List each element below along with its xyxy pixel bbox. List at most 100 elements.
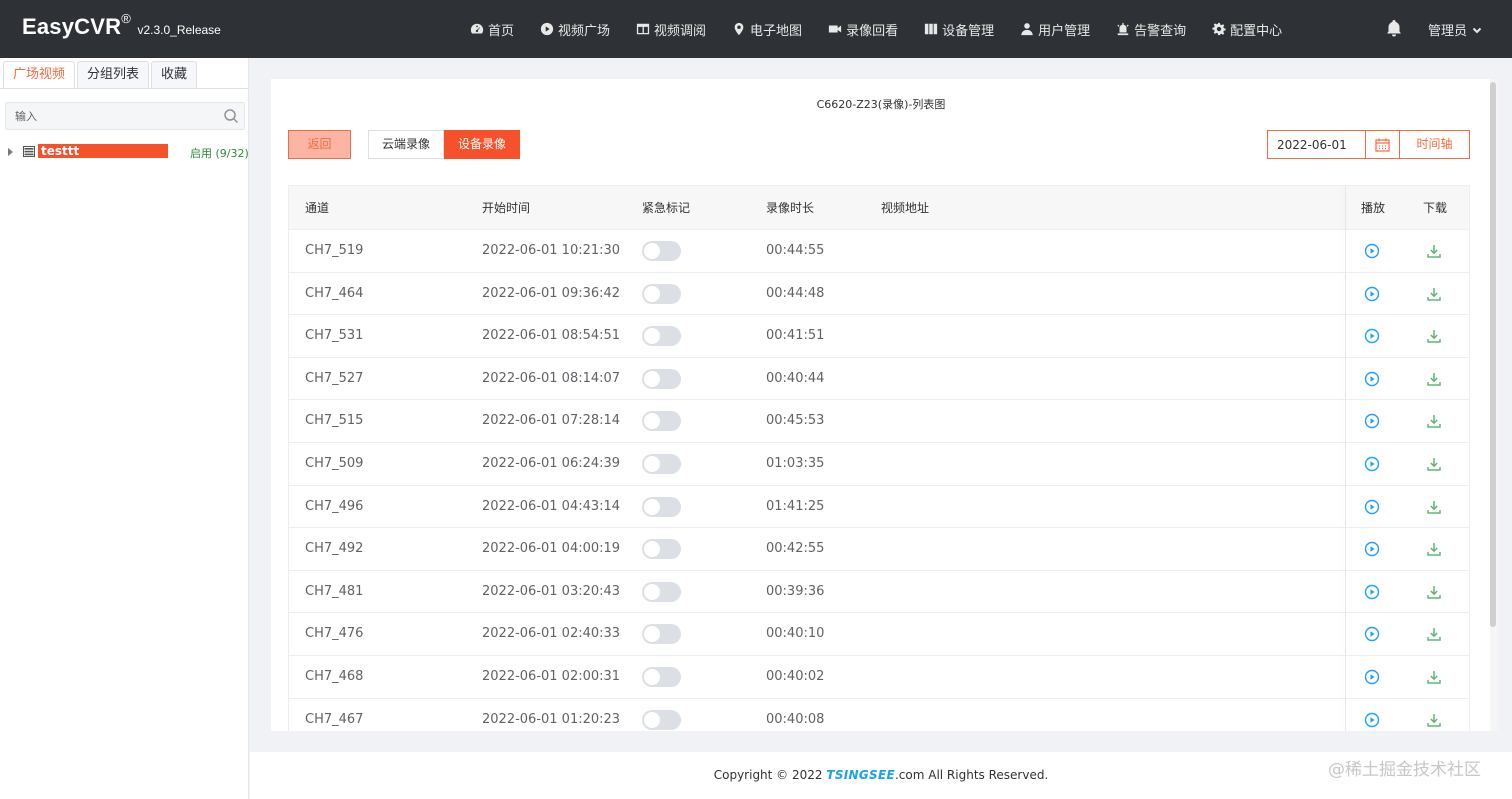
- play-icon[interactable]: [1364, 584, 1380, 600]
- device-record-button[interactable]: 设备录像: [444, 130, 521, 159]
- play-icon[interactable]: [1364, 243, 1380, 259]
- download-icon[interactable]: [1426, 413, 1442, 429]
- alarm-icon: [1116, 22, 1130, 36]
- caret-right-icon[interactable]: [8, 148, 13, 156]
- download-icon[interactable]: [1426, 328, 1442, 344]
- table-row[interactable]: CH7_519 2022-06-01 10:21:30 00:44:55: [289, 230, 1469, 273]
- nav-item-user-mgmt[interactable]: 用户管理: [1020, 0, 1090, 58]
- table-row[interactable]: CH7_481 2022-06-01 03:20:43 00:39:36: [289, 571, 1469, 614]
- table-row[interactable]: CH7_492 2022-06-01 04:00:19 00:42:55: [289, 528, 1469, 571]
- urgent-toggle[interactable]: [642, 283, 681, 304]
- table-row[interactable]: CH7_496 2022-06-01 04:43:14 01:41:25: [289, 486, 1469, 529]
- date-input[interactable]: [1268, 131, 1365, 158]
- record-table: 通道 开始时间 紧急标记 录像时长 视频地址 播放 下载 CH7_519 2022…: [288, 185, 1470, 731]
- cell-start-time: 2022-06-01 08:14:07: [482, 370, 621, 386]
- copyright-suffix: .com All Rights Reserved.: [894, 768, 1049, 782]
- urgent-toggle[interactable]: [642, 368, 681, 389]
- tsingsee-logo[interactable]: TSINGSEE: [826, 768, 895, 782]
- download-icon[interactable]: [1426, 712, 1442, 728]
- tab-square-video[interactable]: 广场视频: [3, 61, 76, 89]
- urgent-toggle[interactable]: [642, 496, 681, 517]
- download-icon[interactable]: [1426, 456, 1442, 472]
- urgent-toggle[interactable]: [642, 241, 681, 261]
- play-icon[interactable]: [1364, 328, 1380, 344]
- column-header-urgent[interactable]: 紧急标记: [642, 186, 690, 230]
- column-header-channel[interactable]: 通道: [305, 186, 329, 230]
- column-header-duration[interactable]: 录像时长: [766, 186, 814, 230]
- tab-group-list[interactable]: 分组列表: [77, 61, 150, 89]
- play-icon[interactable]: [1364, 413, 1380, 429]
- table-row[interactable]: CH7_476 2022-06-01 02:40:33 00:40:10: [289, 613, 1469, 656]
- cell-start-time: 2022-06-01 03:20:43: [482, 583, 621, 599]
- table-row[interactable]: CH7_531 2022-06-01 08:54:51 00:41:51: [289, 315, 1469, 358]
- table-row[interactable]: CH7_509 2022-06-01 06:24:39 01:03:35: [289, 443, 1469, 486]
- cell-start-time: 2022-06-01 01:20:23: [482, 711, 621, 727]
- user-menu[interactable]: 管理员: [1428, 20, 1482, 39]
- nav-label: 用户管理: [1038, 23, 1091, 39]
- nav-item-home[interactable]: 首页: [470, 0, 514, 58]
- play-icon[interactable]: [1364, 499, 1380, 515]
- copyright-text: Copyright © 2022 TSINGSEE.com All Rights…: [250, 768, 1512, 782]
- nav-item-config[interactable]: 配置中心: [1212, 0, 1282, 58]
- tree-node-label[interactable]: testtt: [38, 144, 168, 158]
- column-header-download: 下载: [1423, 201, 1448, 215]
- nav-label: 首页: [488, 23, 515, 39]
- download-icon[interactable]: [1426, 286, 1442, 302]
- nav-item-video-square[interactable]: 视频广场: [540, 0, 610, 58]
- table-row[interactable]: CH7_467 2022-06-01 01:20:23 00:40:08: [289, 699, 1469, 731]
- urgent-toggle[interactable]: [642, 667, 681, 687]
- timeline-button[interactable]: 时间轴: [1399, 131, 1469, 158]
- column-header-start-time[interactable]: 开始时间: [482, 186, 530, 230]
- urgent-toggle[interactable]: [642, 539, 681, 560]
- urgent-toggle[interactable]: [642, 326, 681, 347]
- cell-channel: CH7_496: [305, 498, 364, 514]
- nav-item-video-browse[interactable]: 视频调阅: [636, 0, 706, 58]
- search-input[interactable]: [6, 103, 206, 129]
- tab-favorites[interactable]: 收藏: [151, 61, 198, 89]
- cell-channel: CH7_519: [305, 243, 364, 258]
- urgent-toggle[interactable]: [642, 411, 681, 432]
- table-row[interactable]: CH7_527 2022-06-01 08:14:07 00:40:44: [289, 358, 1469, 401]
- nav-label: 设备管理: [942, 23, 995, 39]
- bell-icon[interactable]: [1384, 18, 1406, 40]
- search-icon[interactable]: [223, 108, 239, 124]
- urgent-toggle[interactable]: [642, 581, 681, 602]
- nav-item-playback[interactable]: 录像回看: [828, 0, 898, 58]
- calendar-icon[interactable]: [1365, 131, 1399, 158]
- cloud-record-button[interactable]: 云端录像: [368, 130, 445, 159]
- urgent-toggle[interactable]: [642, 624, 681, 645]
- table-row[interactable]: CH7_468 2022-06-01 02:00:31 00:40:02: [289, 656, 1469, 699]
- video-camera-icon: [828, 22, 842, 36]
- cell-duration: 01:03:35: [766, 456, 825, 471]
- download-icon[interactable]: [1426, 584, 1442, 600]
- download-icon[interactable]: [1426, 626, 1442, 642]
- content-card: C6620-Z23(录像)-列表图 返回 云端录像 设备录像 时间轴 通道 开始…: [271, 79, 1491, 731]
- download-icon[interactable]: [1426, 499, 1442, 515]
- cell-duration: 00:41:51: [766, 328, 825, 344]
- column-header-url[interactable]: 视频地址: [881, 186, 929, 230]
- play-icon[interactable]: [1364, 626, 1380, 642]
- cell-start-time: 2022-06-01 06:24:39: [482, 456, 621, 471]
- play-icon[interactable]: [1364, 541, 1380, 557]
- nav-item-emap[interactable]: 电子地图: [732, 0, 802, 58]
- play-icon[interactable]: [1364, 286, 1380, 302]
- scrollbar-thumb[interactable]: [1490, 82, 1496, 627]
- download-icon[interactable]: [1426, 243, 1442, 259]
- urgent-toggle[interactable]: [642, 709, 681, 730]
- table-row[interactable]: CH7_515 2022-06-01 07:28:14 00:45:53: [289, 400, 1469, 443]
- nav-item-device-mgmt[interactable]: 设备管理: [924, 0, 994, 58]
- urgent-toggle[interactable]: [642, 454, 681, 474]
- nav-label: 视频广场: [558, 23, 611, 39]
- play-icon[interactable]: [1364, 669, 1380, 685]
- nav-item-alarm[interactable]: 告警查询: [1116, 0, 1186, 58]
- play-icon[interactable]: [1364, 712, 1380, 728]
- tree-node[interactable]: testtt 启用 (9/32): [0, 144, 249, 160]
- download-icon[interactable]: [1426, 371, 1442, 387]
- download-icon[interactable]: [1426, 541, 1442, 557]
- brand-logo[interactable]: EasyCVR® v2.3.0_Release: [22, 11, 221, 40]
- table-row[interactable]: CH7_464 2022-06-01 09:36:42 00:44:48: [289, 273, 1469, 316]
- play-icon[interactable]: [1364, 371, 1380, 387]
- play-icon[interactable]: [1364, 456, 1380, 472]
- back-button[interactable]: 返回: [288, 130, 351, 159]
- download-icon[interactable]: [1426, 669, 1442, 685]
